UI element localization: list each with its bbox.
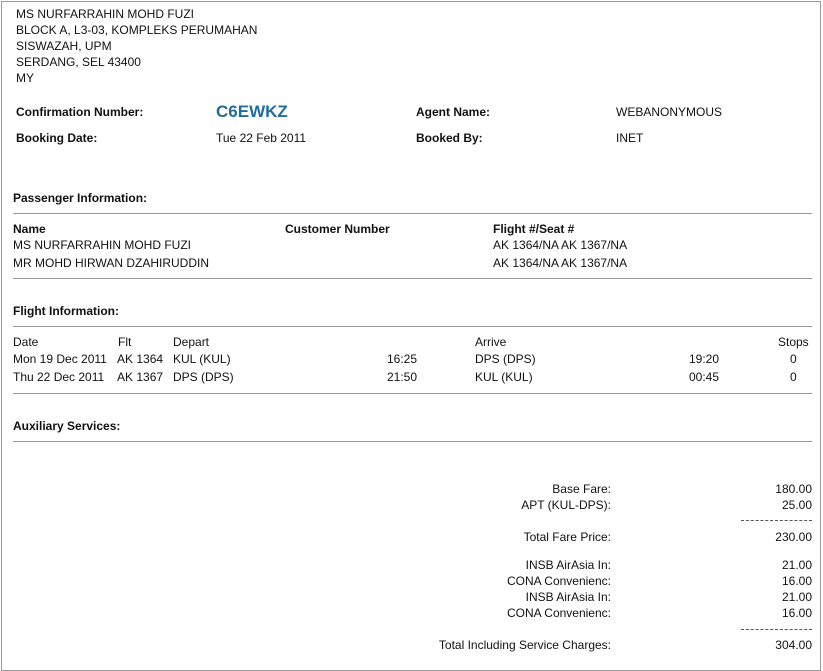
booked-by-label: Booked By: — [416, 131, 483, 145]
flight-number: AK 1367 — [117, 370, 164, 384]
stops-header: Stops — [778, 335, 809, 349]
base-fare-label: Base Fare: — [552, 482, 611, 496]
flight-number-header: Flt — [118, 335, 132, 349]
arrive-header: Arrive — [475, 335, 507, 349]
arrive-airport: DPS (DPS) — [475, 352, 536, 366]
flight-date-header: Date — [13, 335, 39, 349]
total-fare-value: 230.00 — [775, 530, 812, 544]
passenger-flight-seat: AK 1364/NA AK 1367/NA — [493, 256, 628, 270]
subtotal-separator — [741, 520, 812, 521]
grand-total-value: 304.00 — [775, 638, 812, 652]
service-charge-label: CONA Convenienc: — [506, 606, 611, 620]
depart-header: Depart — [173, 335, 210, 349]
service-charge-label: INSB AirAsia In: — [525, 558, 611, 572]
stops-count: 0 — [790, 370, 797, 384]
confirmation-number: C6EWKZ — [216, 102, 288, 121]
grand-total-label: Total Including Service Charges: — [438, 638, 611, 652]
customer-number-header: Customer Number — [285, 222, 390, 236]
agent-name-label: Agent Name: — [416, 105, 491, 119]
booking-date-value: Tue 22 Feb 2011 — [216, 131, 307, 145]
service-charge-label: CONA Convenienc: — [506, 574, 611, 588]
divider — [13, 213, 812, 214]
flight-section-title: Flight Information: — [13, 304, 119, 318]
booked-by-value: INET — [616, 131, 644, 145]
flight-number: AK 1364 — [117, 352, 164, 366]
depart-airport: KUL (KUL) — [173, 352, 231, 366]
confirmation-label: Confirmation Number: — [16, 105, 144, 119]
total-fare-label: Total Fare Price: — [523, 530, 611, 544]
flight-date: Thu 22 Dec 2011 — [13, 370, 105, 384]
address-line-1: MS NURFARRAHIN MOHD FUZI — [16, 7, 194, 21]
flight-date: Mon 19 Dec 2011 — [13, 352, 107, 366]
service-charge-label: INSB AirAsia In: — [525, 590, 611, 604]
address-line-2: BLOCK A, L3-03, KOMPLEKS PERUMAHAN — [16, 23, 258, 37]
service-charge-value: 21.00 — [781, 558, 812, 572]
passenger-flight-seat: AK 1364/NA AK 1367/NA — [493, 238, 628, 252]
arrive-time: 19:20 — [689, 352, 720, 366]
passenger-section-title: Passenger Information: — [13, 191, 148, 205]
depart-airport: DPS (DPS) — [173, 370, 234, 384]
service-charge-value: 16.00 — [781, 574, 812, 588]
flight-seat-header: Flight #/Seat # — [493, 222, 575, 236]
total-separator — [741, 629, 812, 630]
service-charge-value: 21.00 — [781, 590, 812, 604]
apt-fee-value: 25.00 — [781, 498, 812, 512]
divider — [13, 326, 812, 327]
address-line-5: MY — [16, 71, 34, 85]
passenger-name: MS NURFARRAHIN MOHD FUZI — [13, 238, 191, 252]
passenger-name-header: Name — [13, 222, 46, 236]
service-charge-value: 16.00 — [781, 606, 812, 620]
address-line-3: SISWAZAH, UPM — [16, 39, 112, 53]
booking-date-label: Booking Date: — [16, 131, 98, 145]
depart-time: 21:50 — [387, 370, 418, 384]
divider — [13, 278, 812, 279]
arrive-time: 00:45 — [689, 370, 720, 384]
apt-fee-label: APT (KUL-DPS): — [521, 498, 611, 512]
arrive-airport: KUL (KUL) — [475, 370, 533, 384]
divider — [13, 441, 812, 442]
address-line-4: SERDANG, SEL 43400 — [16, 55, 141, 69]
passenger-name: MR MOHD HIRWAN DZAHIRUDDIN — [13, 256, 209, 270]
depart-time: 16:25 — [387, 352, 418, 366]
auxiliary-section-title: Auxiliary Services: — [13, 419, 121, 433]
agent-name-value: WEBANONYMOUS — [616, 105, 723, 119]
stops-count: 0 — [790, 352, 797, 366]
divider — [13, 393, 812, 394]
base-fare-value: 180.00 — [775, 482, 812, 496]
